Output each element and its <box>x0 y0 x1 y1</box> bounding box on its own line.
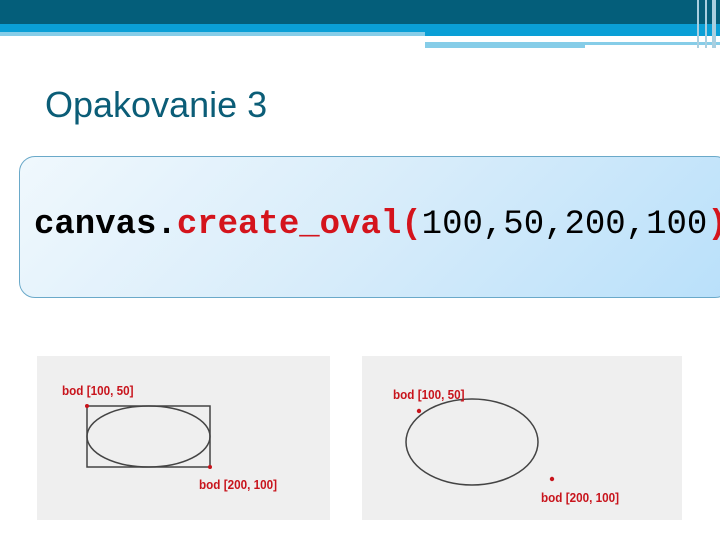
code-paren: ) <box>707 206 720 244</box>
oval-diagram <box>85 404 212 469</box>
code-paren: ( <box>401 206 422 244</box>
oval <box>86 405 211 468</box>
header-stripe <box>585 42 720 45</box>
header-accent-bar <box>0 24 720 32</box>
start-point-label: bod [100, 50] <box>62 383 134 398</box>
slide-title: Opakovanie 3 <box>45 84 268 125</box>
header-stripe <box>0 32 425 36</box>
end-point-label: bod [200, 100] <box>199 477 278 492</box>
start-point <box>416 408 422 414</box>
oval-figure: bod [100, 50] bod [200, 100] <box>362 356 682 520</box>
end-point <box>208 465 212 469</box>
oval-diagram <box>405 398 555 486</box>
oval <box>405 398 539 486</box>
end-point-label: bod [200, 100] <box>541 490 620 505</box>
code-line: canvas.create_oval(100,50,200,100) <box>34 206 720 244</box>
header-stripe <box>425 42 585 48</box>
header-stripe <box>425 32 720 36</box>
oval-with-bbox-figure: bod [100, 50] bod [200, 100] <box>37 356 330 520</box>
header-stripe <box>697 0 699 48</box>
start-point <box>85 404 89 408</box>
code-method: create_oval <box>176 206 402 244</box>
start-point-label: bod [100, 50] <box>393 387 465 402</box>
end-point <box>549 476 555 482</box>
header-bar <box>0 0 720 24</box>
code-args: 100,50,200,100 <box>421 206 708 244</box>
header-stripe <box>705 0 707 48</box>
code-object: canvas. <box>34 206 177 244</box>
header-stripe <box>712 0 716 48</box>
